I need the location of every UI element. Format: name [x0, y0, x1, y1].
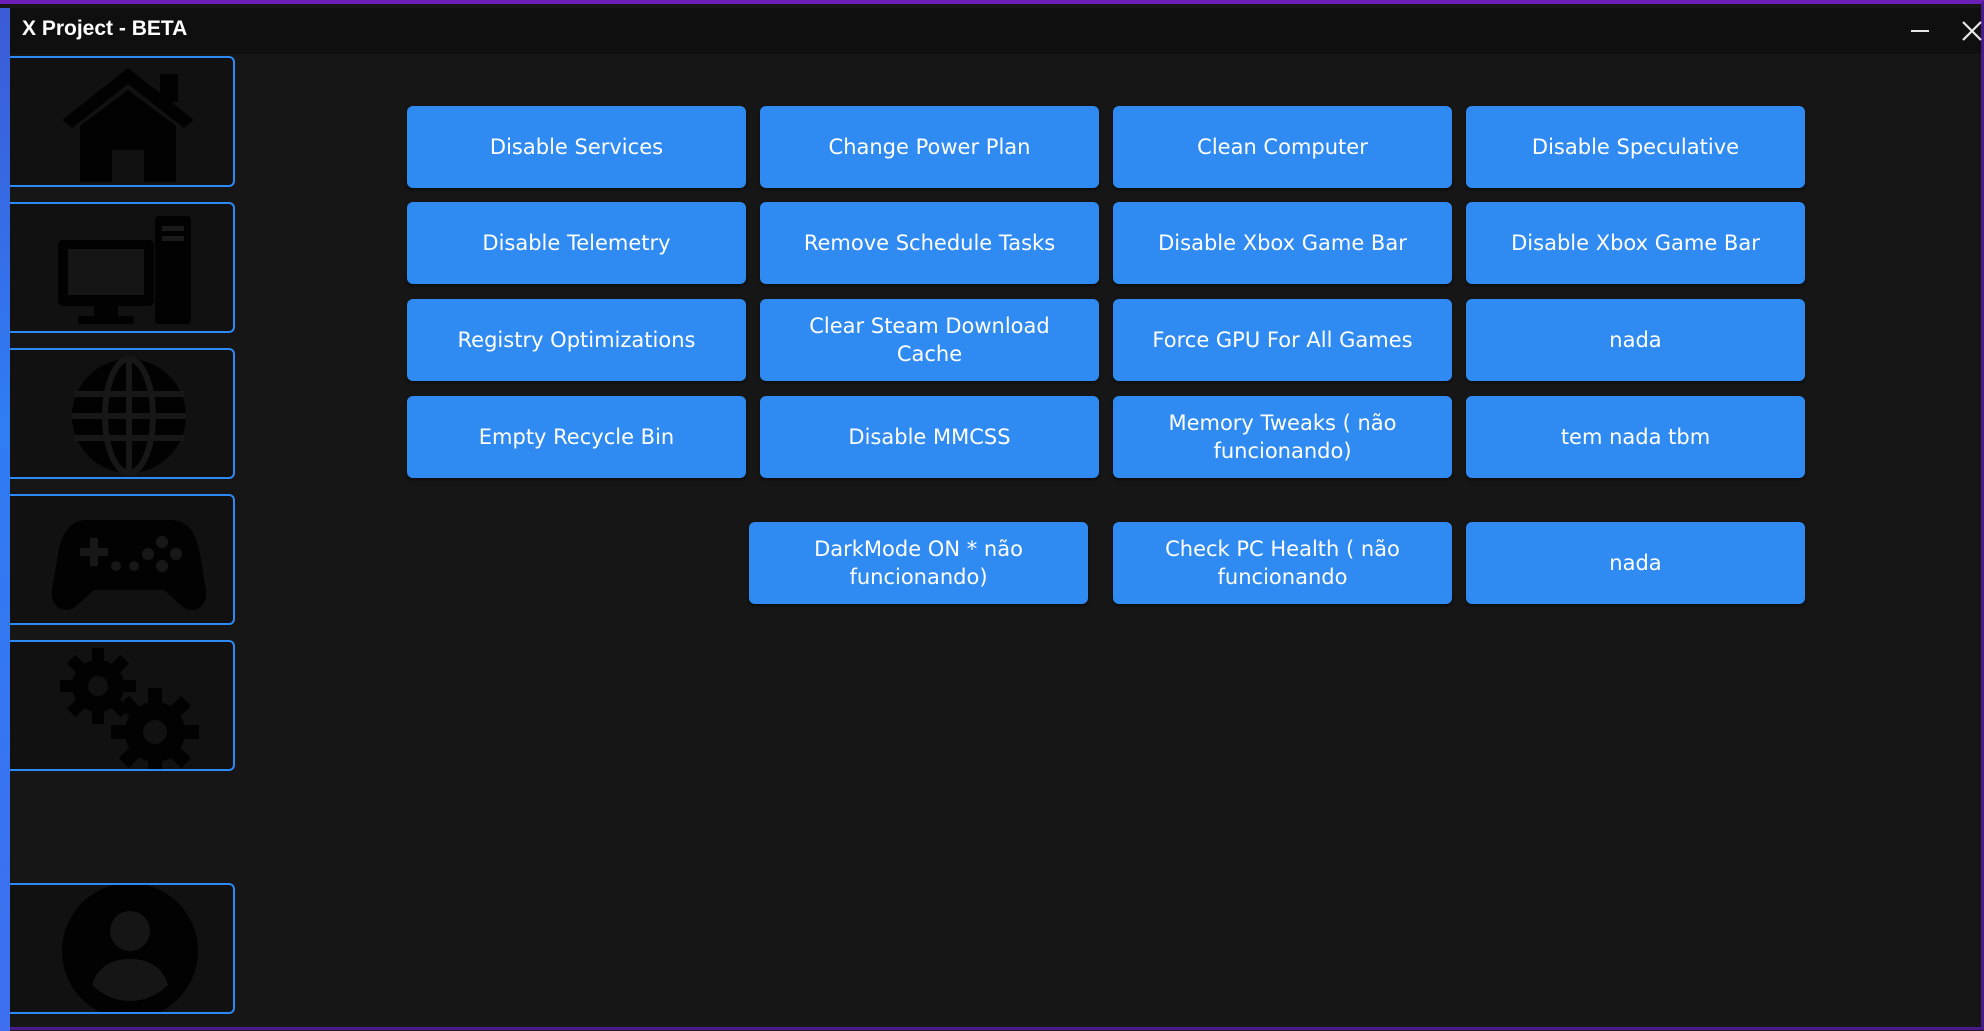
check-pc-health-button[interactable]: Check PC Health ( não funcionando: [1113, 522, 1452, 604]
remove-schedule-tasks-button[interactable]: Remove Schedule Tasks: [760, 202, 1099, 284]
title-bar[interactable]: X Project - BETA: [10, 8, 1984, 54]
sidebar-item-settings[interactable]: [10, 640, 235, 771]
change-power-plan-button[interactable]: Change Power Plan: [760, 106, 1099, 188]
window-title: X Project - BETA: [22, 17, 188, 40]
computer-icon: [10, 204, 233, 331]
user-icon: [10, 885, 233, 1012]
disable-mmcss-button[interactable]: Disable MMCSS: [760, 396, 1099, 478]
sidebar-item-games[interactable]: [10, 494, 235, 625]
memory-tweaks-button[interactable]: Memory Tweaks ( não funcionando): [1113, 396, 1452, 478]
nada-button[interactable]: nada: [1466, 299, 1805, 381]
disable-speculative-button[interactable]: Disable Speculative: [1466, 106, 1805, 188]
clear-steam-download-cache-button[interactable]: Clear Steam Download Cache: [760, 299, 1099, 381]
sidebar-item-home[interactable]: [10, 56, 235, 187]
empty-recycle-bin-button[interactable]: Empty Recycle Bin: [407, 396, 746, 478]
gamepad-icon: [10, 496, 233, 623]
globe-icon: [10, 350, 233, 477]
disable-telemetry-button[interactable]: Disable Telemetry: [407, 202, 746, 284]
gears-icon: [10, 642, 233, 769]
force-gpu-for-all-games-button[interactable]: Force GPU For All Games: [1113, 299, 1452, 381]
minimize-icon: [1911, 30, 1929, 32]
app-window: X Project - BETA Disable Services Change…: [0, 0, 1984, 1031]
close-icon: [1962, 21, 1982, 41]
close-button[interactable]: [1956, 14, 1984, 48]
disable-services-button[interactable]: Disable Services: [407, 106, 746, 188]
clean-computer-button[interactable]: Clean Computer: [1113, 106, 1452, 188]
left-accent-bar: [0, 8, 10, 1031]
home-icon: [10, 58, 233, 185]
sidebar-item-profile[interactable]: [10, 883, 235, 1014]
disable-xbox-game-bar-button-2[interactable]: Disable Xbox Game Bar: [1466, 202, 1805, 284]
sidebar-item-network[interactable]: [10, 348, 235, 479]
nada-button-2[interactable]: nada: [1466, 522, 1805, 604]
disable-xbox-game-bar-button[interactable]: Disable Xbox Game Bar: [1113, 202, 1452, 284]
sidebar-item-computer[interactable]: [10, 202, 235, 333]
darkmode-on-button[interactable]: DarkMode ON * não funcionando): [749, 522, 1088, 604]
tem-nada-tbm-button[interactable]: tem nada tbm: [1466, 396, 1805, 478]
minimize-button[interactable]: [1904, 14, 1936, 48]
registry-optimizations-button[interactable]: Registry Optimizations: [407, 299, 746, 381]
